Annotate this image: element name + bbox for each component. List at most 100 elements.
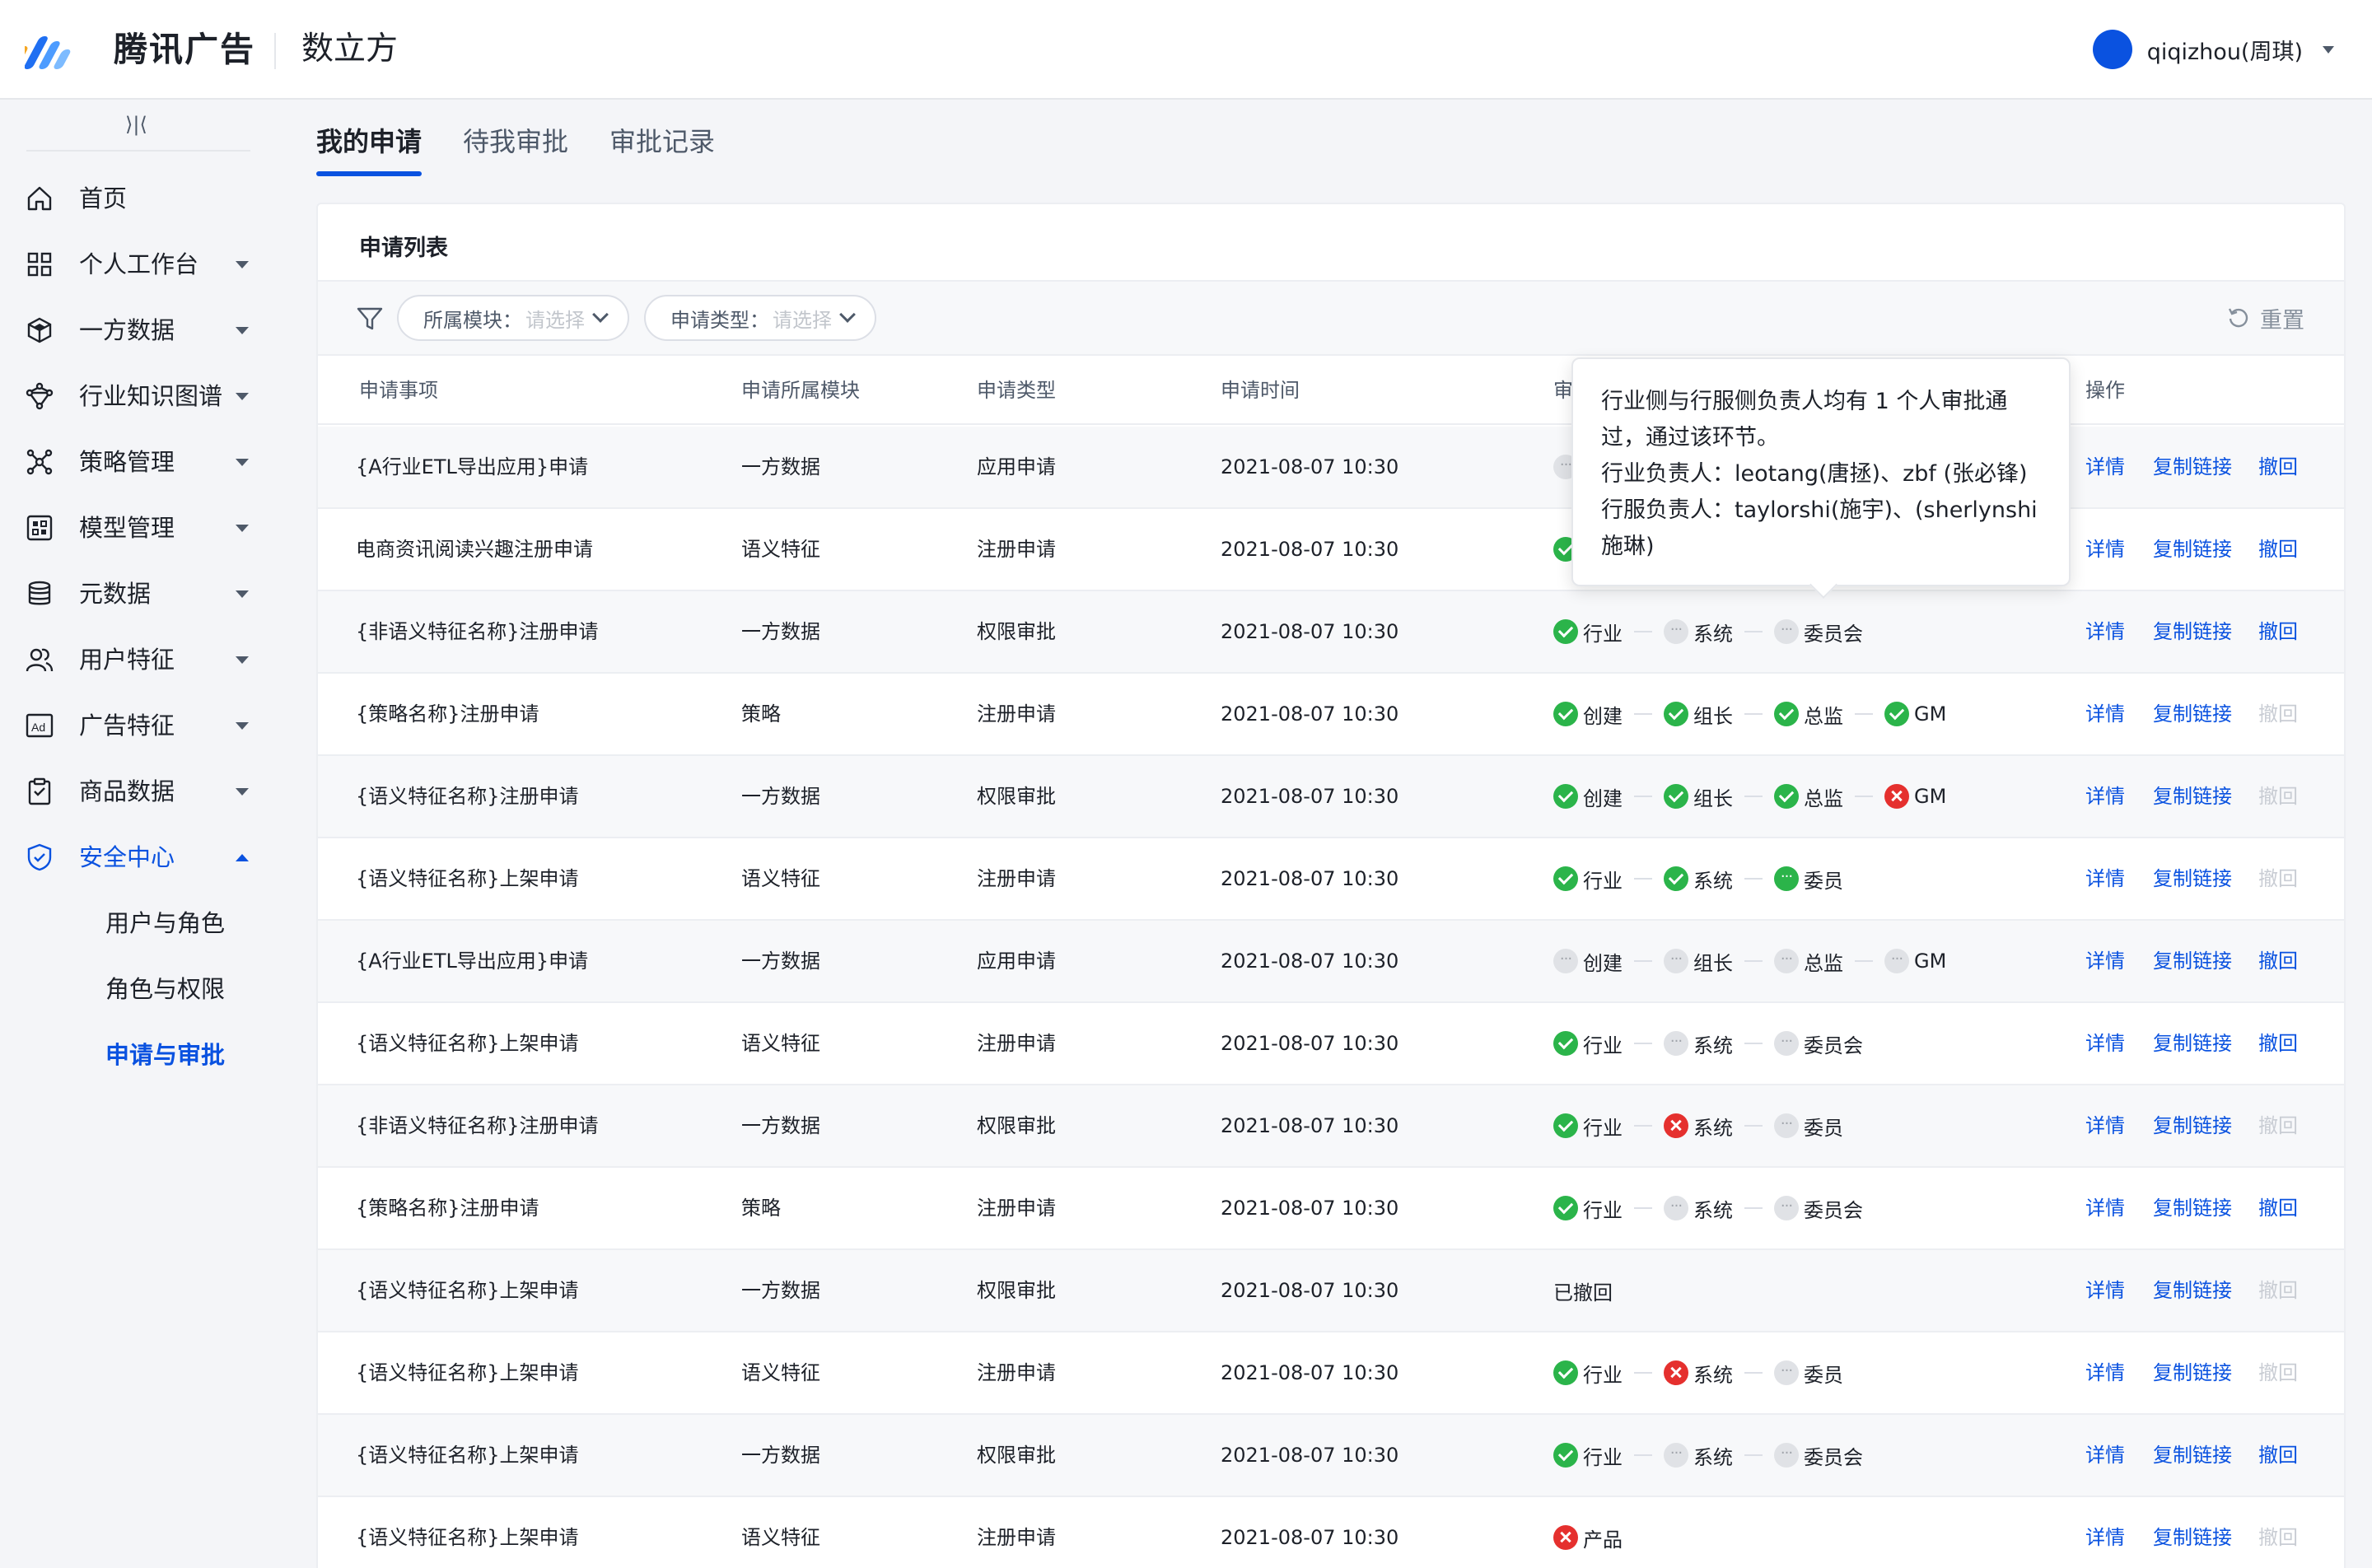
sidebar-divider	[26, 150, 250, 152]
detail-link[interactable]: 详情	[2085, 1332, 2125, 1413]
user-menu[interactable]: qiqizhou(周琪)	[2092, 28, 2334, 71]
copy-link-button[interactable]: 复制链接	[2153, 756, 2232, 837]
approval-flow[interactable]: 已撤回	[1553, 1250, 1613, 1331]
sidebar-item-2[interactable]: 一方数据	[0, 297, 277, 363]
detail-link[interactable]: 详情	[2085, 1497, 2125, 1568]
sidebar-item-3[interactable]: 行业知识图谱	[0, 363, 277, 429]
revoke-link[interactable]: 撤回	[2258, 1415, 2298, 1496]
sidebar-item-label[interactable]: 策略管理	[79, 429, 175, 495]
sidebar-item-label[interactable]: 个人工作台	[79, 231, 198, 297]
approval-flow[interactable]: 行业 系统 委员	[1553, 838, 1843, 919]
sidebar-item-6[interactable]: 元数据	[0, 561, 277, 627]
chevron-down-icon[interactable]	[236, 327, 249, 334]
chevron-down-icon[interactable]	[236, 525, 249, 532]
approval-flow[interactable]: 创建 组长 总监 GM	[1553, 756, 1946, 837]
chevron-down-icon[interactable]	[2323, 45, 2334, 54]
detail-link[interactable]: 详情	[2085, 509, 2125, 590]
type-filter-select[interactable]: 申请类型： 请选择	[644, 295, 876, 341]
copy-link-button[interactable]: 复制链接	[2153, 1085, 2232, 1166]
detail-link[interactable]: 详情	[2085, 1085, 2125, 1166]
chevron-down-icon[interactable]	[236, 656, 249, 664]
module-filter-select[interactable]: 所属模块： 请选择	[397, 295, 629, 341]
approval-flow[interactable]: 行业 系统 委员会	[1553, 1168, 1863, 1248]
copy-link-button[interactable]: 复制链接	[2153, 1250, 2232, 1331]
approval-flow[interactable]: 创建 组长 总监 GM	[1553, 674, 1946, 754]
reset-label[interactable]: 重置	[2260, 302, 2304, 334]
copy-link-button[interactable]: 复制链接	[2153, 674, 2232, 754]
collapse-sidebar-icon[interactable]: ⟩|⟨	[125, 113, 147, 136]
detail-link[interactable]: 详情	[2085, 921, 2125, 1001]
sidebar-item-label[interactable]: 广告特征	[79, 693, 175, 758]
item-cell: {语义特征名称}上架申请	[356, 1526, 579, 1549]
detail-link[interactable]: 详情	[2085, 674, 2125, 754]
approval-flow[interactable]: 行业 系统 委员	[1553, 1085, 1843, 1166]
approval-flow[interactable]: 行业 系统 委员会	[1553, 1415, 1863, 1496]
detail-link[interactable]: 详情	[2085, 1168, 2125, 1248]
sidebar-item-label[interactable]: 一方数据	[79, 297, 175, 363]
tab-0[interactable]: 我的申请	[316, 117, 423, 176]
chevron-down-icon[interactable]	[236, 393, 249, 400]
chevron-down-icon[interactable]	[236, 459, 249, 466]
detail-link[interactable]: 详情	[2085, 591, 2125, 672]
copy-link-button[interactable]: 复制链接	[2153, 509, 2232, 590]
approval-flow[interactable]: 创建 组长 总监 GM	[1553, 921, 1946, 1001]
copy-link-button[interactable]: 复制链接	[2153, 1003, 2232, 1084]
sidebar-item-4[interactable]: 策略管理	[0, 429, 277, 495]
sidebar-item-label[interactable]: 用户特征	[79, 627, 175, 693]
reset-button[interactable]: 重置	[2227, 295, 2304, 341]
avatar[interactable]	[2092, 30, 2132, 69]
approval-flow[interactable]: 行业 系统 委员会	[1553, 591, 1863, 672]
detail-link[interactable]: 详情	[2085, 1250, 2125, 1331]
revoke-link[interactable]: 撤回	[2258, 591, 2298, 672]
tab-2[interactable]: 审批记录	[609, 117, 715, 176]
copy-link-button[interactable]: 复制链接	[2153, 1497, 2232, 1568]
sidebar-item-label[interactable]: 行业知识图谱	[79, 363, 222, 429]
approval-flow[interactable]: 行业 系统 委员	[1553, 1332, 1843, 1413]
username[interactable]: qiqizhou(周琪)	[2147, 34, 2303, 66]
copy-link-button[interactable]: 复制链接	[2153, 921, 2232, 1001]
detail-link[interactable]: 详情	[2085, 756, 2125, 837]
sidebar-item-1[interactable]: 个人工作台	[0, 231, 277, 297]
chevron-down-icon[interactable]	[236, 788, 249, 796]
copy-link-button[interactable]: 复制链接	[2153, 591, 2232, 672]
copy-link-button[interactable]: 复制链接	[2153, 427, 2232, 507]
sidebar-item-label[interactable]: 元数据	[79, 561, 151, 627]
filter-bar: 所属模块： 请选择 申请类型： 请选择 重置	[318, 280, 2344, 356]
sidebar-item-8[interactable]: Ad 广告特征	[0, 693, 277, 758]
revoke-link[interactable]: 撤回	[2258, 1003, 2298, 1084]
revoke-link[interactable]: 撤回	[2258, 921, 2298, 1001]
tab-1[interactable]: 待我审批	[463, 117, 568, 176]
copy-link-button[interactable]: 复制链接	[2153, 1168, 2232, 1248]
sidebar-item-label[interactable]: 首页	[79, 166, 127, 231]
revoke-link[interactable]: 撤回	[2258, 509, 2298, 590]
sidebar-item-5[interactable]: 模型管理	[0, 495, 277, 561]
copy-link-button[interactable]: 复制链接	[2153, 838, 2232, 919]
sidebar-item-label[interactable]: 安全中心	[79, 824, 175, 890]
sidebar-item-label[interactable]: 模型管理	[79, 495, 175, 561]
revoke-link[interactable]: 撤回	[2258, 1168, 2298, 1248]
chevron-up-icon[interactable]	[236, 854, 249, 861]
tencent-ads-logo-icon[interactable]	[25, 31, 87, 69]
detail-link[interactable]: 详情	[2085, 1415, 2125, 1496]
filter-icon[interactable]	[356, 305, 384, 333]
sidebar-item-7[interactable]: 用户特征	[0, 627, 277, 693]
sidebar-item-label[interactable]: 商品数据	[79, 758, 175, 824]
sidebar-subitem-0[interactable]: 用户与角色	[105, 890, 225, 956]
approval-flow[interactable]: 行业 系统 委员会	[1553, 1003, 1863, 1084]
sidebar-item-10[interactable]: 安全中心	[0, 824, 277, 890]
copy-link-button[interactable]: 复制链接	[2153, 1415, 2232, 1496]
detail-link[interactable]: 详情	[2085, 1003, 2125, 1084]
sidebar-item-9[interactable]: 商品数据	[0, 758, 277, 824]
chevron-down-icon[interactable]	[236, 722, 249, 730]
revoke-link[interactable]: 撤回	[2258, 427, 2298, 507]
sidebar-subitem-2[interactable]: 申请与审批	[105, 1022, 225, 1088]
svg-text:Ad: Ad	[31, 721, 45, 734]
copy-link-button[interactable]: 复制链接	[2153, 1332, 2232, 1413]
sidebar-item-0[interactable]: 首页	[0, 166, 277, 231]
detail-link[interactable]: 详情	[2085, 427, 2125, 507]
chevron-down-icon[interactable]	[236, 590, 249, 598]
detail-link[interactable]: 详情	[2085, 838, 2125, 919]
chevron-down-icon[interactable]	[236, 261, 249, 268]
sidebar-subitem-1[interactable]: 角色与权限	[105, 956, 225, 1022]
approval-flow[interactable]: 产品	[1553, 1497, 1623, 1568]
